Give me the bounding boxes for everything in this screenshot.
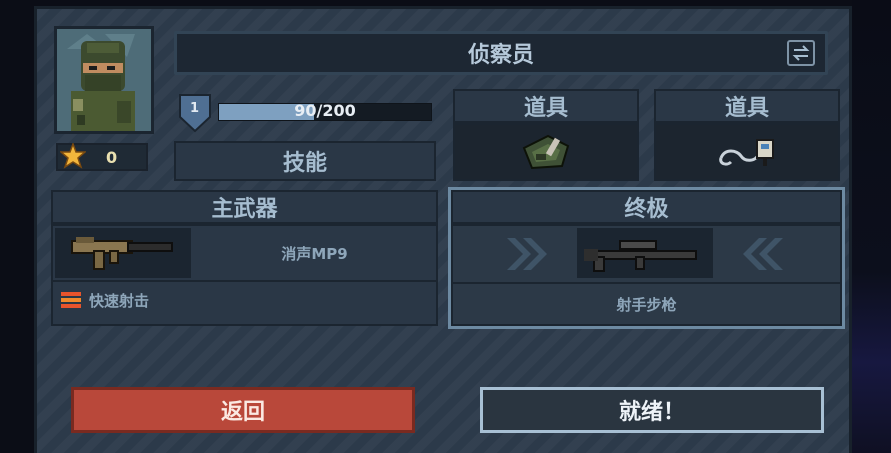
ultimate-image bbox=[577, 228, 713, 278]
star-icon bbox=[60, 143, 86, 169]
detonator-icon bbox=[719, 139, 774, 166]
item-slot-2-label: 道具 bbox=[654, 89, 840, 123]
stars-counter: 0 bbox=[56, 143, 148, 171]
primary-weapon-panel[interactable]: 主武器 消声MP9 快速射击 bbox=[51, 190, 438, 326]
primary-weapon-perk-row: 快速射击 bbox=[53, 282, 436, 324]
swap-character-button[interactable] bbox=[787, 40, 815, 66]
xp-bar: 90/200 bbox=[218, 101, 432, 121]
ready-button[interactable]: 就绪！ bbox=[480, 387, 824, 433]
item-slot-2-content bbox=[656, 125, 838, 179]
primary-weapon-name: 消声MP9 bbox=[281, 244, 348, 263]
primary-weapon-body: 消声MP9 bbox=[53, 226, 436, 280]
xp-area: 1 90/200 bbox=[174, 89, 436, 141]
loadout-panel: 0 侦察员 1 90/200 技能 道具 道具 主武器 消声MP9 快速射击 终… bbox=[34, 6, 852, 453]
portrait-frame bbox=[54, 26, 154, 134]
primary-weapon-perk: 快速射击 bbox=[89, 292, 150, 310]
back-button[interactable]: 返回 bbox=[71, 387, 415, 433]
arrow-left-icon bbox=[743, 238, 783, 270]
character-name: 侦察员 bbox=[467, 43, 534, 68]
ultimate-panel[interactable]: 终极 射手步枪 bbox=[448, 187, 845, 329]
star-count: 0 bbox=[106, 148, 118, 167]
soldier-portrait-icon bbox=[57, 29, 151, 131]
skills-button[interactable]: 技能 bbox=[174, 141, 436, 181]
background-scenery bbox=[852, 0, 891, 453]
item-slot-2[interactable]: 道具 bbox=[654, 89, 840, 181]
smg-icon bbox=[71, 237, 173, 270]
item-slot-1[interactable]: 道具 bbox=[453, 89, 639, 181]
arrow-right-icon bbox=[507, 238, 547, 270]
level-number: 1 bbox=[190, 101, 200, 116]
primary-weapon-header: 主武器 bbox=[51, 190, 438, 224]
xp-text: 90/200 bbox=[294, 101, 356, 120]
swap-icon bbox=[792, 45, 810, 61]
item-slot-1-label: 道具 bbox=[453, 89, 639, 123]
rapid-fire-icon bbox=[61, 292, 81, 308]
ultimate-body bbox=[453, 226, 840, 282]
item-slot-1-content bbox=[455, 125, 637, 179]
back-button-label: 返回 bbox=[220, 400, 265, 425]
ready-button-label: 就绪！ bbox=[618, 400, 685, 425]
ultimate-header: 终极 bbox=[451, 190, 842, 224]
primary-weapon-image bbox=[55, 228, 191, 278]
ammo-bag-icon bbox=[522, 134, 570, 170]
name-bar: 侦察员 bbox=[174, 31, 828, 75]
marksman-rifle-icon bbox=[584, 240, 697, 272]
ultimate-name: 射手步枪 bbox=[453, 284, 840, 324]
skills-label: 技能 bbox=[282, 151, 327, 176]
